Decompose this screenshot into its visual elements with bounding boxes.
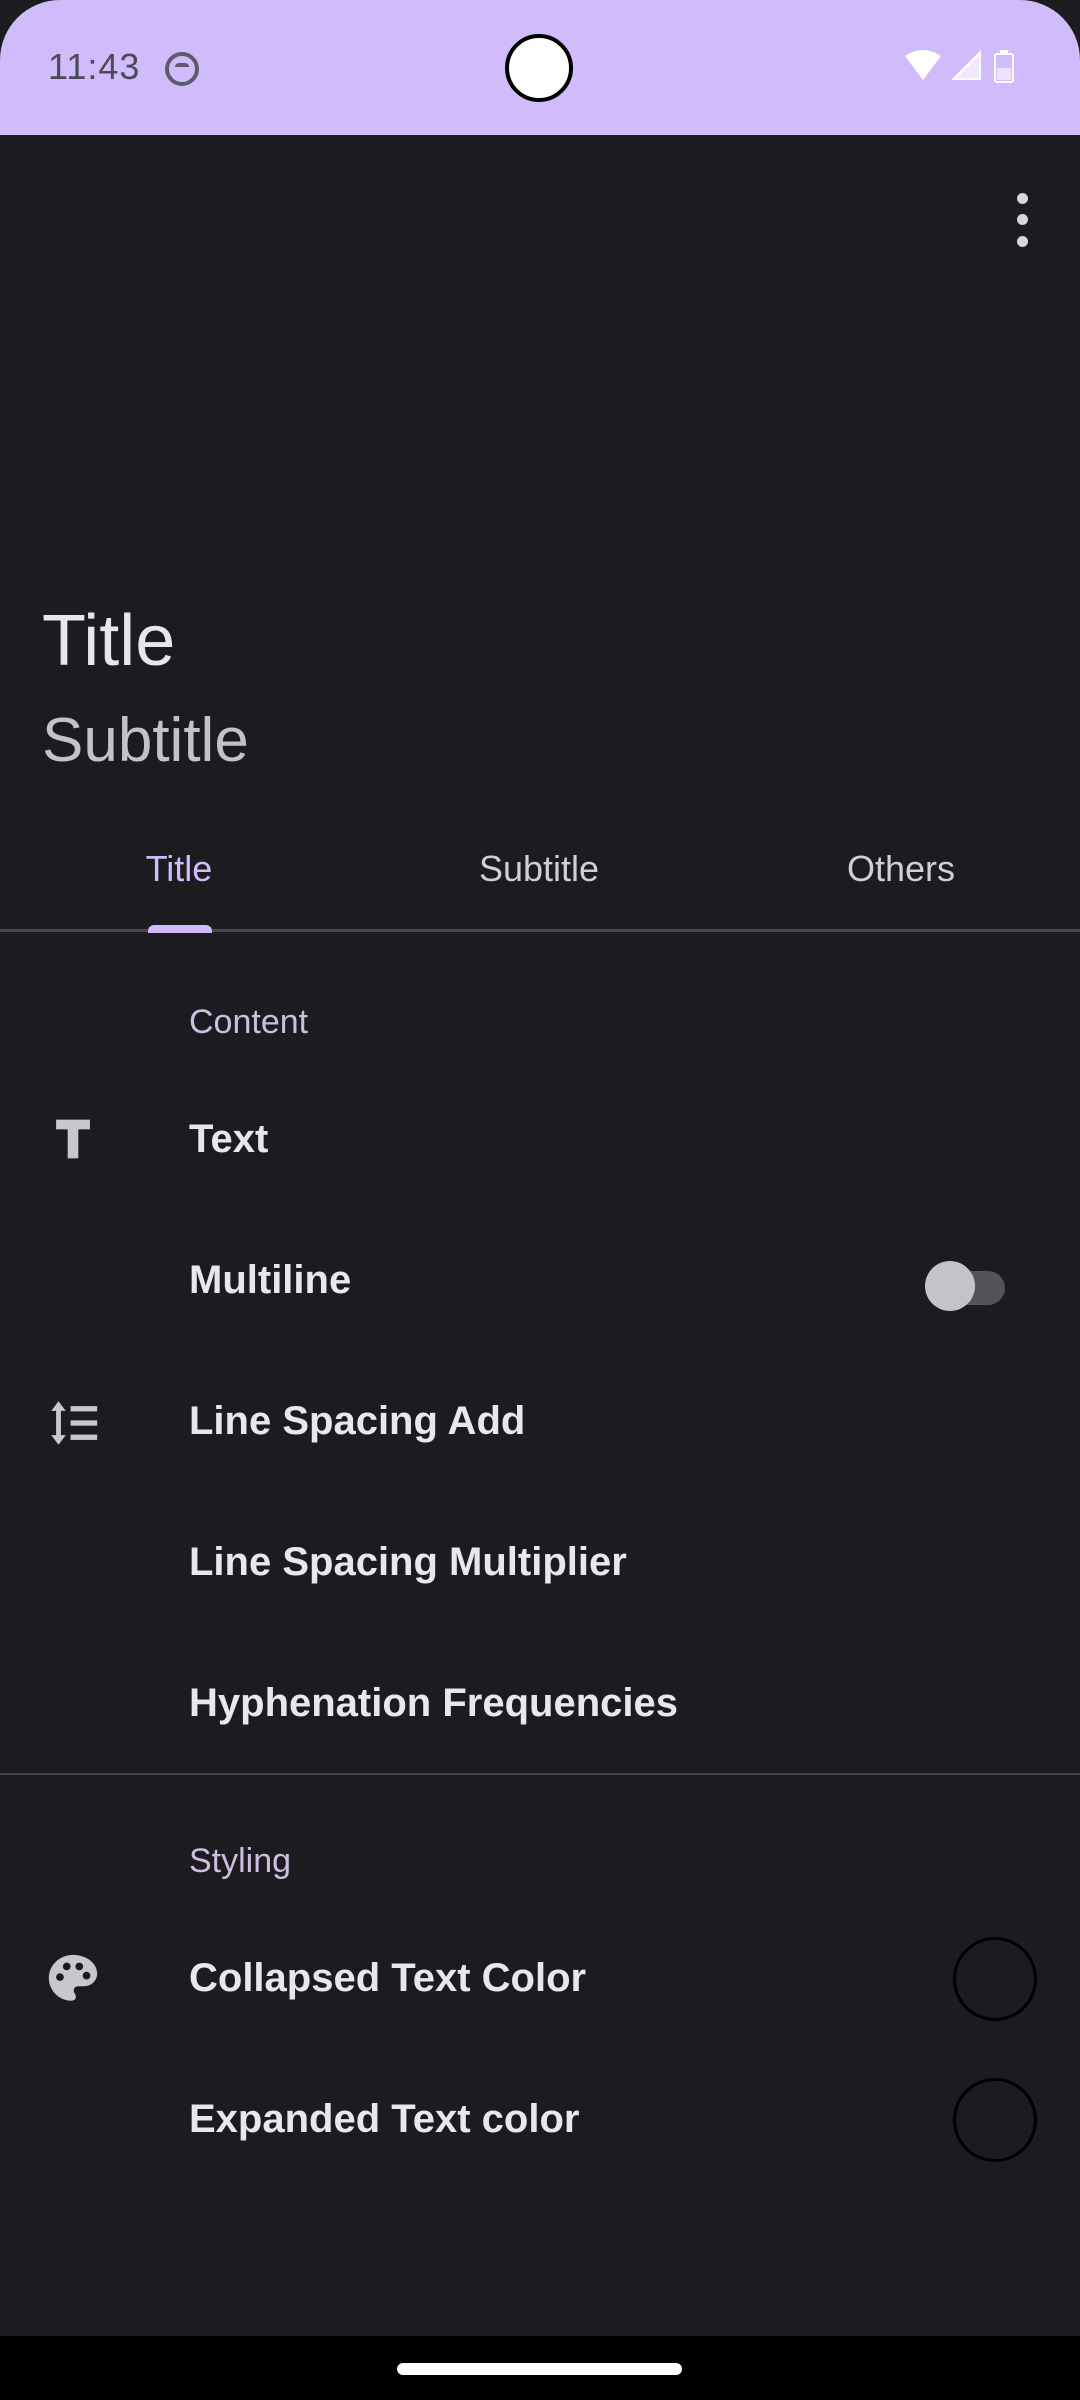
setting-expanded-text-color[interactable]: Expanded Text color [189, 2097, 579, 2142]
status-time: 11:43 [48, 46, 141, 87]
camera-cutout [505, 34, 573, 102]
page-subtitle: Subtitle [42, 706, 249, 775]
tab-others[interactable]: Others [847, 848, 955, 890]
battery-icon [994, 50, 1014, 83]
text-format-icon [56, 1119, 90, 1159]
page-title: Title [42, 601, 176, 681]
tab-title[interactable]: Title [146, 848, 213, 890]
setting-hyphenation-frequencies[interactable]: Hyphenation Frequencies [189, 1681, 678, 1726]
line-spacing-icon [51, 1401, 98, 1445]
collapsed-color-swatch[interactable] [953, 1937, 1037, 2021]
notification-icon [165, 52, 199, 86]
setting-multiline[interactable]: Multiline [189, 1258, 351, 1303]
tab-subtitle[interactable]: Subtitle [479, 848, 599, 890]
status-bar: 11:43 [0, 0, 1080, 135]
setting-line-spacing-multiplier[interactable]: Line Spacing Multiplier [189, 1540, 627, 1585]
section-header-content: Content [189, 1003, 309, 1041]
palette-icon [48, 1954, 98, 2001]
setting-text[interactable]: Text [189, 1117, 268, 1162]
setting-line-spacing-add[interactable]: Line Spacing Add [189, 1399, 525, 1444]
setting-collapsed-text-color[interactable]: Collapsed Text Color [189, 1956, 586, 2001]
home-gesture-handle[interactable] [397, 2363, 682, 2375]
expanded-color-swatch[interactable] [953, 2078, 1037, 2162]
section-header-styling: Styling [189, 1842, 292, 1880]
navigation-bar [0, 2336, 1080, 2400]
tab-bar: Title Subtitle Others [0, 820, 1080, 933]
status-icons [903, 48, 1028, 88]
multiline-toggle[interactable] [925, 1255, 1009, 1311]
app-screen: 11:43 Title Subtitle Title Subtitle Othe… [0, 0, 1080, 2400]
tab-indicator [148, 925, 212, 933]
overflow-menu-icon[interactable] [1000, 188, 1044, 252]
section-divider [0, 1773, 1080, 1775]
signal-icon [951, 50, 981, 80]
wifi-icon [905, 50, 941, 80]
